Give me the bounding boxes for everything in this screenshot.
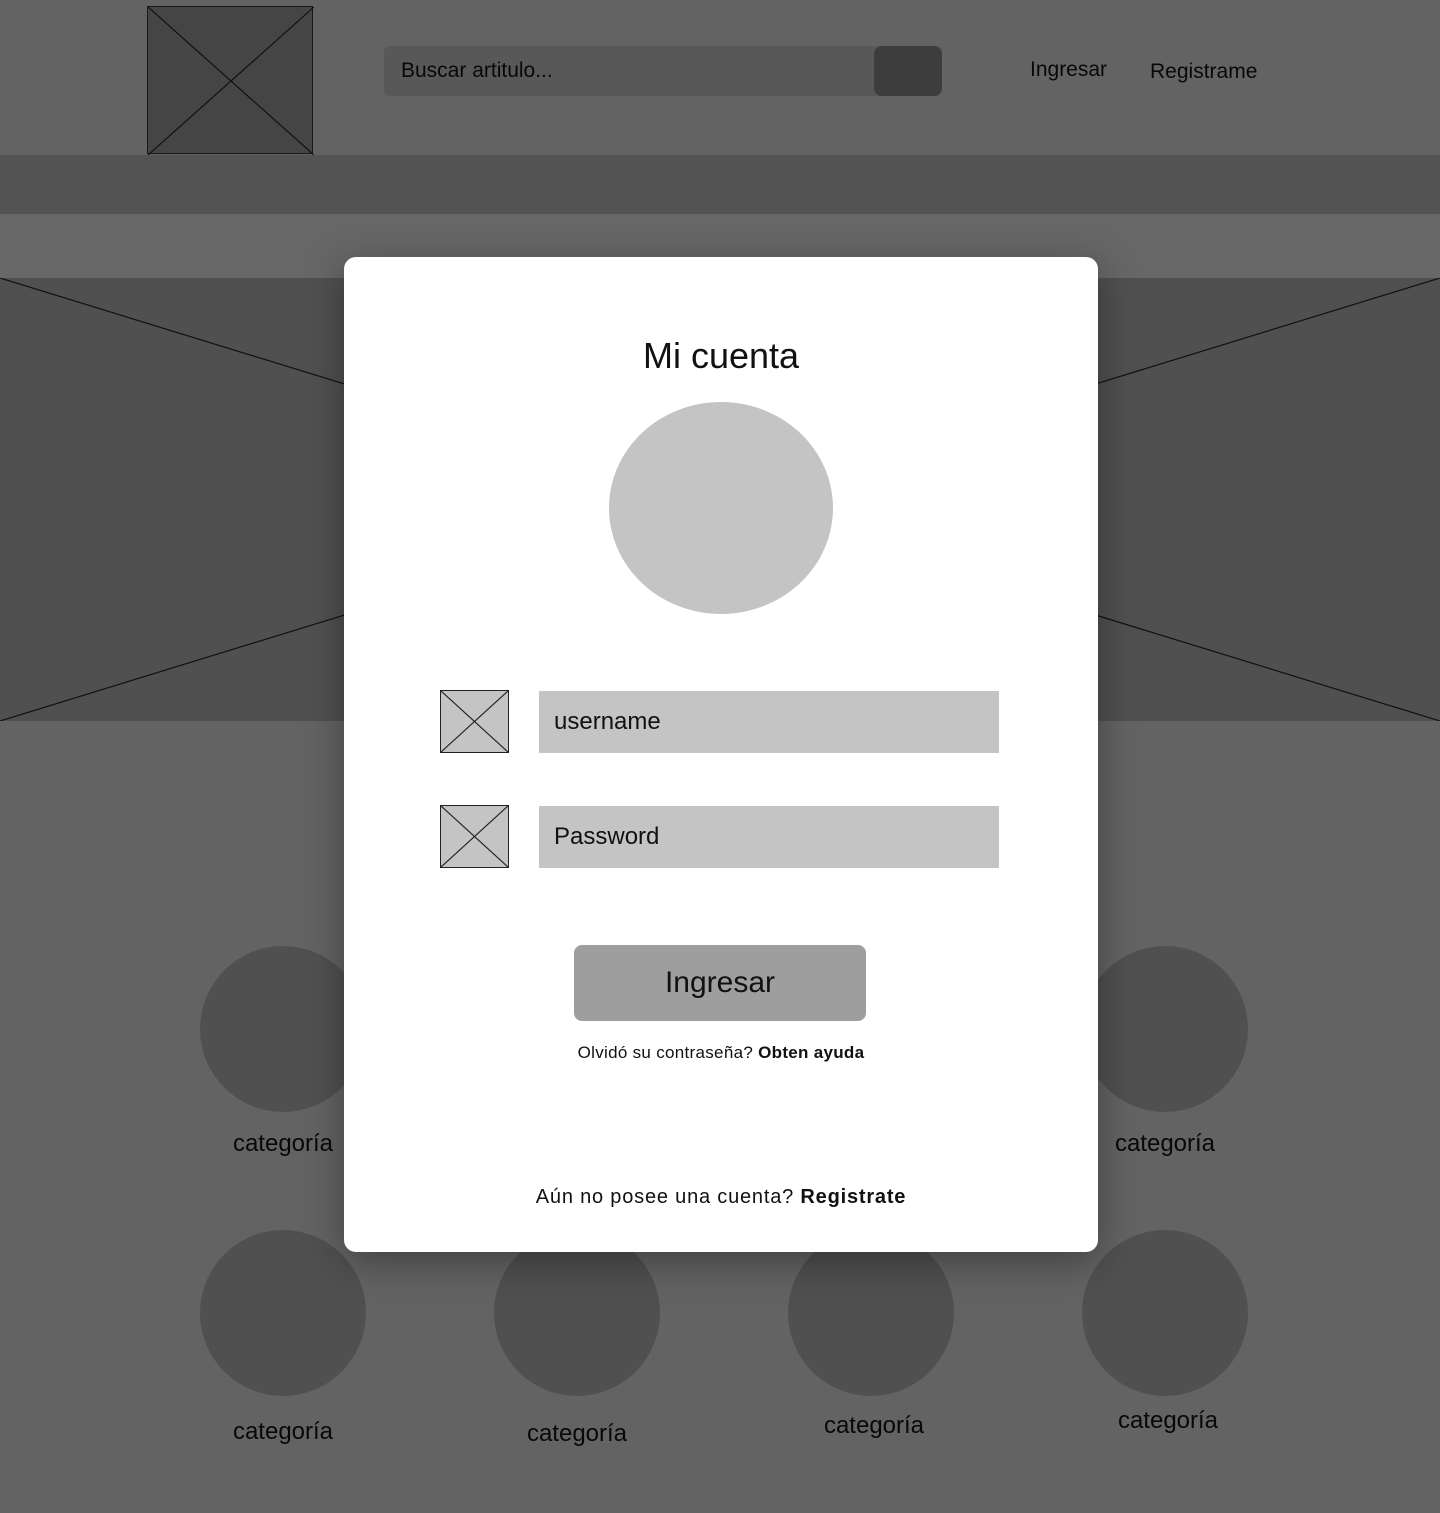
password-field[interactable] <box>539 806 999 868</box>
get-help-link[interactable]: Obten ayuda <box>758 1043 864 1062</box>
modal-title: Mi cuenta <box>642 335 800 376</box>
image-placeholder-icon <box>441 806 508 867</box>
user-icon <box>440 690 509 753</box>
login-button[interactable]: Ingresar <box>574 945 866 1021</box>
forgot-password-line: Olvidó su contraseña? Obten ayuda <box>344 1043 1098 1063</box>
username-field[interactable] <box>539 691 999 753</box>
lock-icon <box>440 805 509 868</box>
register-line: Aún no posee una cuenta? Registrate <box>344 1186 1098 1209</box>
login-modal: Mi cuenta Ingresar Olvidó su contraseña?… <box>344 257 1098 1252</box>
forgot-password-text: Olvidó su contraseña? <box>577 1043 754 1062</box>
image-placeholder-icon <box>441 691 508 752</box>
avatar <box>609 402 833 614</box>
register-link[interactable]: Registrate <box>800 1186 906 1208</box>
no-account-text: Aún no posee una cuenta? <box>535 1186 795 1208</box>
